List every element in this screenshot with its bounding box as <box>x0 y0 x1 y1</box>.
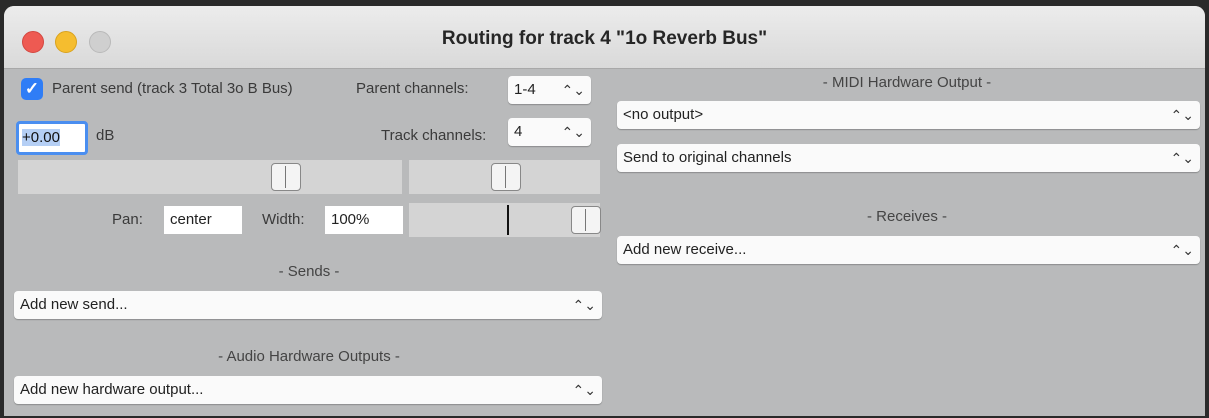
midi-output-text: <no output> <box>623 106 704 123</box>
add-hw-output-text: Add new hardware output... <box>20 381 204 398</box>
midi-hw-output-header: - MIDI Hardware Output - <box>822 74 992 91</box>
audio-hw-outputs-header: - Audio Hardware Outputs - <box>218 348 400 365</box>
chevron-updown-icon: ⌃⌄ <box>1170 242 1194 258</box>
sends-header: - Sends - <box>278 263 340 280</box>
width-value: 100% <box>331 211 370 228</box>
track-channels-value: 4 <box>514 123 523 140</box>
volume-unit-label: dB <box>96 127 115 144</box>
title-bar: Routing for track 4 "1o Reverb Bus" <box>4 6 1205 69</box>
midi-channels-select[interactable]: Send to original channels ⌃⌄ <box>617 144 1200 172</box>
pan-input[interactable]: center <box>164 206 242 234</box>
chevron-updown-icon: ⌃⌄ <box>561 82 585 98</box>
midi-channels-text: Send to original channels <box>623 149 792 166</box>
chevron-updown-icon: ⌃⌄ <box>561 124 585 140</box>
parent-send-label: Parent send (track 3 Total 3o B Bus) <box>52 80 293 97</box>
volume-value: +0.00 <box>22 129 60 146</box>
add-send-select[interactable]: Add new send... ⌃⌄ <box>14 291 602 319</box>
volume-slider-handle[interactable] <box>271 163 301 191</box>
add-receive-text: Add new receive... <box>623 241 747 258</box>
add-hw-output-select[interactable]: Add new hardware output... ⌃⌄ <box>14 376 602 404</box>
width-center-marker <box>507 205 509 235</box>
pan-value: center <box>170 211 212 228</box>
track-channels-label: Track channels: <box>381 127 487 144</box>
width-label: Width: <box>262 211 305 228</box>
pan-slider-handle[interactable] <box>491 163 521 191</box>
pan-label: Pan: <box>112 211 143 228</box>
chevron-updown-icon: ⌃⌄ <box>572 382 596 398</box>
parent-channels-value: 1-4 <box>514 81 536 98</box>
volume-input[interactable]: +0.00 <box>16 121 88 155</box>
parent-send-checkbox[interactable]: ✓ <box>21 78 43 100</box>
add-receive-select[interactable]: Add new receive... ⌃⌄ <box>617 236 1200 264</box>
window-title: Routing for track 4 "1o Reverb Bus" <box>441 28 768 49</box>
parent-channels-select[interactable]: 1-4 ⌃⌄ <box>508 76 591 104</box>
chevron-updown-icon: ⌃⌄ <box>572 297 596 313</box>
width-slider[interactable] <box>409 203 601 237</box>
chevron-updown-icon: ⌃⌄ <box>1170 107 1194 123</box>
chevron-updown-icon: ⌃⌄ <box>1170 150 1194 166</box>
receives-header: - Receives - <box>866 208 948 225</box>
width-slider-handle[interactable] <box>571 206 601 234</box>
parent-channels-label: Parent channels: <box>356 80 469 97</box>
pan-slider[interactable] <box>409 160 600 194</box>
routing-window: Routing for track 4 "1o Reverb Bus" ✓ Pa… <box>4 6 1205 416</box>
add-send-text: Add new send... <box>20 296 128 313</box>
checkmark-icon: ✓ <box>24 79 40 98</box>
volume-slider[interactable] <box>18 160 402 194</box>
midi-output-select[interactable]: <no output> ⌃⌄ <box>617 101 1200 129</box>
width-input[interactable]: 100% <box>325 206 403 234</box>
track-channels-select[interactable]: 4 ⌃⌄ <box>508 118 591 146</box>
